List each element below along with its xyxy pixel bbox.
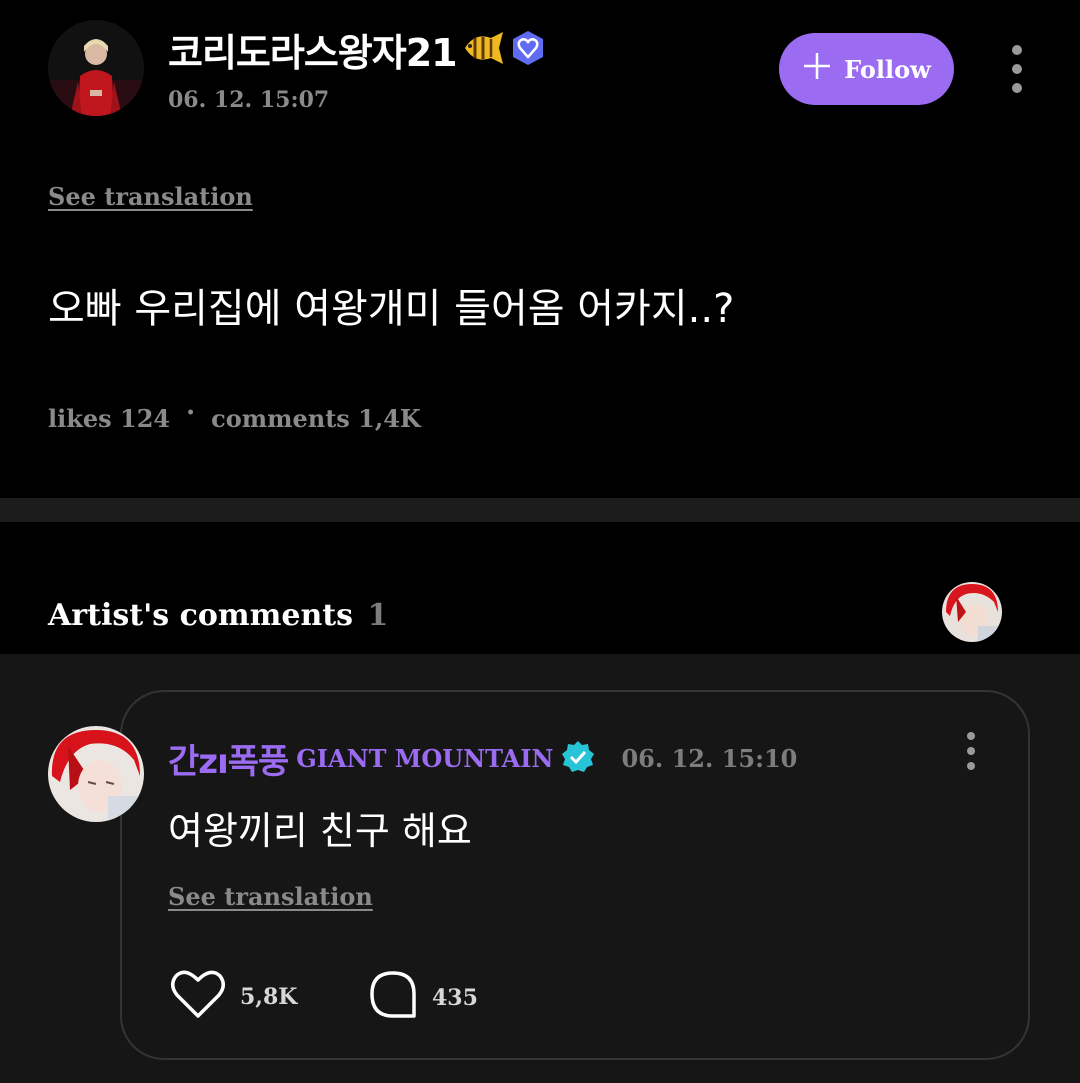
plus-icon: [802, 51, 832, 87]
comment-area: [0, 654, 1080, 1083]
comment-header: 간zı폭풍 GIANT MOUNTAIN 06. 12. 15:10: [168, 734, 797, 783]
post-stats: likes 124 • comments 1,4K: [48, 404, 421, 433]
verified-icon: [561, 740, 595, 778]
artist-comments-title-text: Artist's comments: [48, 598, 354, 633]
comment-author-avatar[interactable]: [48, 726, 144, 822]
comment-timestamp: 06. 12. 15:10: [621, 744, 798, 773]
stats-separator-dot: •: [186, 404, 196, 421]
comments-stat[interactable]: comments 1,4K: [211, 404, 421, 433]
heart-icon: [170, 968, 226, 1026]
comment-reply-button[interactable]: 435: [368, 970, 478, 1026]
post-see-translation-link[interactable]: See translation: [48, 182, 253, 211]
fish-icon: [461, 30, 505, 70]
likes-count: 124: [120, 404, 171, 433]
follow-button[interactable]: Follow: [779, 33, 954, 105]
section-divider: [0, 498, 1080, 522]
post-author-name[interactable]: 코리도라스왕자21: [168, 22, 458, 77]
comment-author-group: GIANT MOUNTAIN: [296, 744, 554, 773]
comments-count: 1,4K: [358, 404, 421, 433]
follow-button-label: Follow: [844, 54, 931, 84]
post-timestamp: 06. 12. 15:07: [168, 87, 330, 113]
artist-comments-title: Artist's comments 1: [48, 598, 388, 633]
post-author-row: 코리도라스왕자21: [168, 22, 547, 77]
comment-body-text: 여왕끼리 친구 해요: [168, 809, 472, 853]
artist-avatar-small[interactable]: [942, 582, 1002, 642]
likes-stat[interactable]: likes 124: [48, 404, 170, 433]
comments-label: comments: [211, 404, 350, 433]
post: 코리도라스왕자21 06. 12. 15:07 Follow See trans…: [0, 0, 1080, 498]
comment-see-translation-link[interactable]: See translation: [168, 882, 373, 911]
likes-label: likes: [48, 404, 112, 433]
post-body-text: 오빠 우리집에 여왕개미 들어옴 어카지..?: [48, 286, 735, 332]
comment-author-name[interactable]: 간zı폭풍: [168, 734, 289, 783]
artist-comments-count: 1: [367, 598, 389, 633]
comment-more-options-icon[interactable]: [963, 732, 979, 770]
heart-badge-icon: [509, 29, 547, 71]
comment-like-count: 5,8K: [240, 984, 298, 1010]
speech-bubble-icon: [368, 970, 418, 1026]
artist-comments-header: Artist's comments 1: [0, 522, 1080, 654]
comment-reply-count: 435: [432, 985, 478, 1011]
post-author-avatar[interactable]: [48, 20, 144, 116]
post-more-options-icon[interactable]: [1007, 45, 1027, 93]
comment-like-button[interactable]: 5,8K: [170, 968, 297, 1026]
